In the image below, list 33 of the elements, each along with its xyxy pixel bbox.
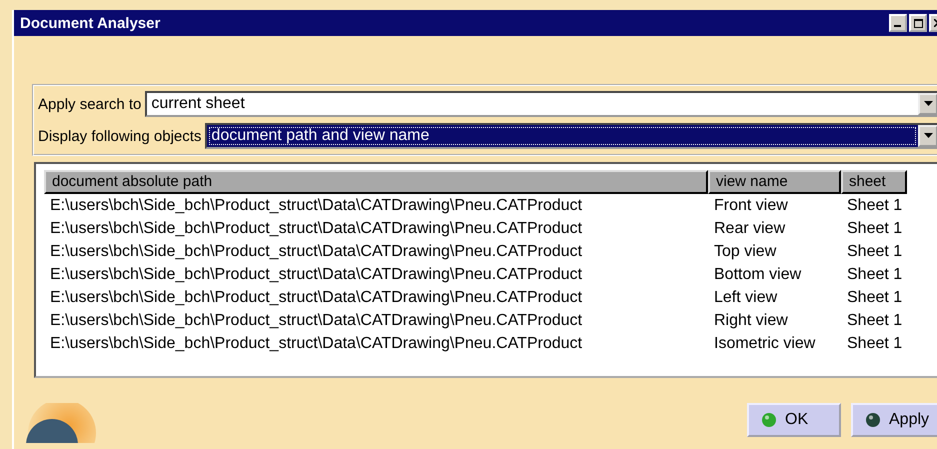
column-header[interactable]: document absolute path bbox=[44, 170, 708, 194]
table-cell-text: E:\users\bch\Side_bch\Product_struct\Data\CATDrawing\Pneu.CATProduct bbox=[49, 196, 584, 216]
table-cell-text: Sheet 1 bbox=[846, 334, 904, 354]
maximize-icon[interactable] bbox=[909, 14, 927, 32]
table-cell-text: Sheet 1 bbox=[846, 265, 904, 285]
table-cell-text: E:\users\bch\Side_bch\Product_struct\Data\CATDrawing\Pneu.CATProduct bbox=[49, 334, 584, 354]
table-cell-text: Sheet 1 bbox=[846, 219, 904, 239]
table-cell-text: Front view bbox=[713, 196, 789, 216]
table-cell-text: Bottom view bbox=[713, 265, 802, 285]
table-cell-text: Right view bbox=[713, 311, 789, 331]
table-cell-text: Rear view bbox=[713, 219, 786, 239]
table-cell-text: E:\users\bch\Side_bch\Product_struct\Data\CATDrawing\Pneu.CATProduct bbox=[49, 311, 584, 331]
table-cell-text: Sheet 1 bbox=[846, 196, 904, 216]
table-cell-text: E:\users\bch\Side_bch\Product_struct\Data\CATDrawing\Pneu.CATProduct bbox=[49, 242, 584, 262]
column-header[interactable]: sheet bbox=[841, 170, 907, 194]
minimize-icon[interactable] bbox=[889, 14, 907, 32]
table-cell-text: E:\users\bch\Side_bch\Product_struct\Data\CATDrawing\Pneu.CATProduct bbox=[49, 288, 584, 308]
field-label: Apply search to bbox=[38, 96, 142, 112]
table-cell-text: Top view bbox=[713, 242, 778, 262]
column-header[interactable]: view name bbox=[708, 170, 841, 194]
field-label: Display following objects bbox=[38, 128, 202, 144]
table-cell-text: E:\users\bch\Side_bch\Product_struct\Data\CATDrawing\Pneu.CATProduct bbox=[49, 219, 584, 239]
table-cell-text: E:\users\bch\Side_bch\Product_struct\Data\CATDrawing\Pneu.CATProduct bbox=[49, 265, 584, 285]
table-cell-text: Sheet 1 bbox=[846, 311, 904, 331]
table-cell-text: Sheet 1 bbox=[846, 288, 904, 308]
table-cell-text: Left view bbox=[713, 288, 778, 308]
dropdown-field[interactable]: document path and view name bbox=[205, 123, 937, 149]
window-title: Document Analyser bbox=[20, 14, 162, 32]
table-cell-text: Isometric view bbox=[713, 334, 816, 354]
dialog-button[interactable]: Apply bbox=[851, 403, 937, 437]
table-cell-text: Sheet 1 bbox=[846, 242, 904, 262]
dialog-button[interactable]: OK bbox=[747, 403, 841, 437]
dropdown-field[interactable]: current sheet bbox=[145, 91, 937, 117]
